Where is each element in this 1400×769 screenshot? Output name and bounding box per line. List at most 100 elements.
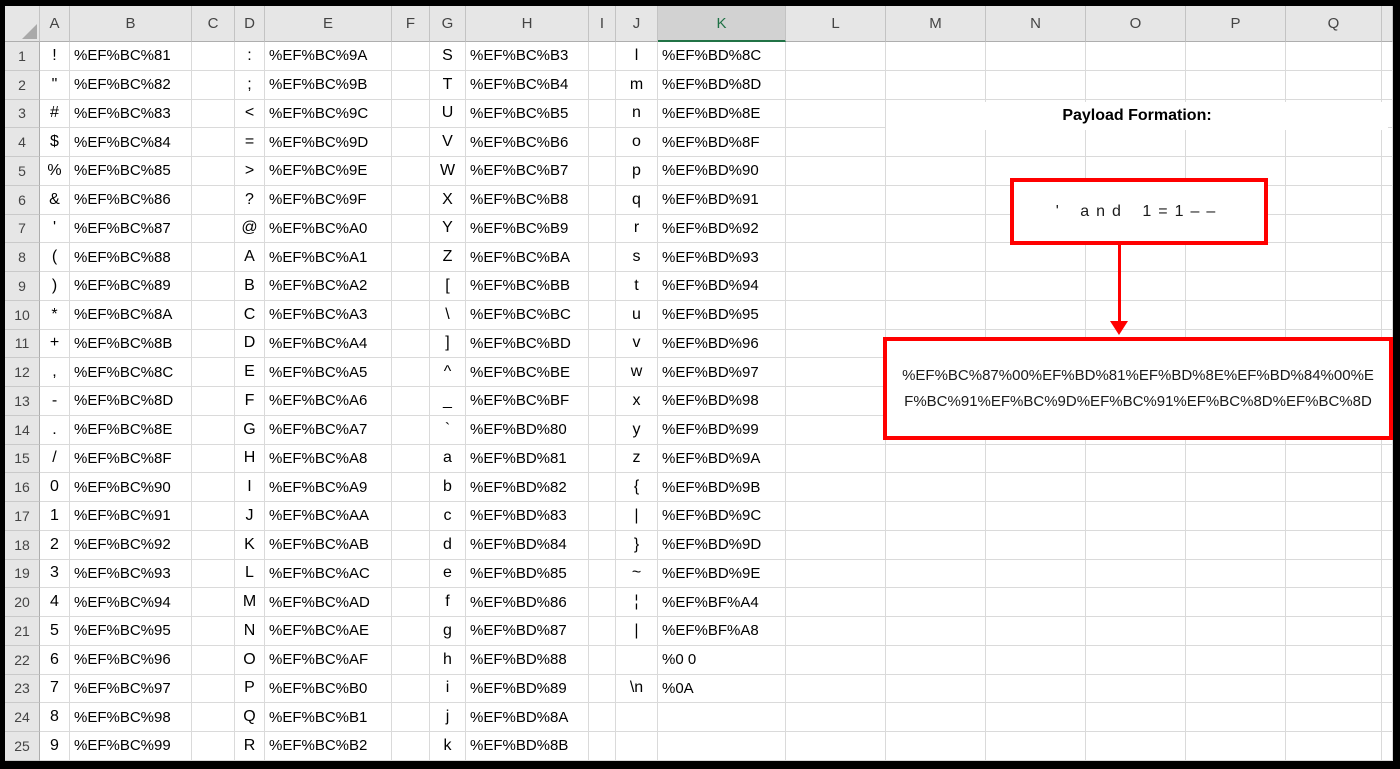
- cell-J4[interactable]: o: [616, 128, 658, 157]
- cell-C15[interactable]: [192, 444, 235, 474]
- cell-N8[interactable]: [986, 243, 1086, 272]
- column-header-L[interactable]: L: [786, 6, 886, 42]
- cell-L21[interactable]: [786, 617, 886, 646]
- cell-A24[interactable]: 8: [40, 703, 70, 732]
- cell-H17[interactable]: %EF%BD%83: [466, 502, 589, 531]
- cell-C6[interactable]: [192, 185, 235, 215]
- cell-G1[interactable]: S: [430, 42, 466, 71]
- cell-L20[interactable]: [786, 588, 886, 617]
- cell-B21[interactable]: %EF%BC%95: [70, 617, 192, 646]
- cell-N4[interactable]: [986, 128, 1086, 157]
- cell-L1[interactable]: [786, 42, 886, 71]
- column-header-K[interactable]: K: [658, 6, 786, 42]
- row-header-3[interactable]: 3: [5, 99, 40, 129]
- cell-D2[interactable]: ;: [235, 70, 265, 100]
- cell-D22[interactable]: O: [235, 645, 265, 675]
- cell-E10[interactable]: %EF%BC%A3: [265, 300, 392, 330]
- cell-G21[interactable]: g: [430, 617, 466, 646]
- cell-Q2[interactable]: [1286, 70, 1382, 100]
- cell-P1[interactable]: [1186, 42, 1286, 71]
- cell-K18[interactable]: %EF%BD%9D: [658, 530, 786, 560]
- cell-J9[interactable]: t: [616, 272, 658, 301]
- cell-x9[interactable]: [1382, 272, 1393, 301]
- cell-O18[interactable]: [1086, 530, 1186, 560]
- cell-F14[interactable]: [392, 415, 430, 445]
- cell-A11[interactable]: +: [40, 329, 70, 359]
- cell-J20[interactable]: ¦: [616, 588, 658, 617]
- cell-I12[interactable]: [589, 358, 616, 387]
- cell-D3[interactable]: <: [235, 99, 265, 129]
- cell-L24[interactable]: [786, 703, 886, 732]
- cell-E17[interactable]: %EF%BC%AA: [265, 502, 392, 531]
- cell-M8[interactable]: [886, 243, 986, 272]
- cell-K14[interactable]: %EF%BD%99: [658, 415, 786, 445]
- cell-E1[interactable]: %EF%BC%9A: [265, 42, 392, 71]
- cell-N21[interactable]: [986, 617, 1086, 646]
- cell-x5[interactable]: [1382, 157, 1393, 186]
- cell-G22[interactable]: h: [430, 645, 466, 675]
- cell-Q1[interactable]: [1286, 42, 1382, 71]
- cell-N23[interactable]: [986, 674, 1086, 704]
- cell-B23[interactable]: %EF%BC%97: [70, 674, 192, 704]
- cell-C23[interactable]: [192, 674, 235, 704]
- cell-x10[interactable]: [1382, 300, 1393, 330]
- cell-P2[interactable]: [1186, 70, 1286, 100]
- cell-I1[interactable]: [589, 42, 616, 71]
- cell-D24[interactable]: Q: [235, 703, 265, 732]
- cell-C16[interactable]: [192, 473, 235, 502]
- cell-K12[interactable]: %EF%BD%97: [658, 358, 786, 387]
- cell-J8[interactable]: s: [616, 243, 658, 272]
- cell-P23[interactable]: [1186, 674, 1286, 704]
- cell-L6[interactable]: [786, 185, 886, 215]
- row-header-5[interactable]: 5: [5, 157, 40, 186]
- cell-J21[interactable]: |: [616, 617, 658, 646]
- cell-O1[interactable]: [1086, 42, 1186, 71]
- cell-F5[interactable]: [392, 157, 430, 186]
- row-header-16[interactable]: 16: [5, 473, 40, 502]
- row-header-4[interactable]: 4: [5, 128, 40, 157]
- cell-I22[interactable]: [589, 645, 616, 675]
- cell-C13[interactable]: [192, 387, 235, 416]
- cell-x1[interactable]: [1382, 42, 1393, 71]
- cell-E11[interactable]: %EF%BC%A4: [265, 329, 392, 359]
- cell-Q22[interactable]: [1286, 645, 1382, 675]
- cell-G3[interactable]: U: [430, 99, 466, 129]
- cell-F11[interactable]: [392, 329, 430, 359]
- cell-J13[interactable]: x: [616, 387, 658, 416]
- cell-M21[interactable]: [886, 617, 986, 646]
- column-header-C[interactable]: C: [192, 6, 235, 42]
- row-header-23[interactable]: 23: [5, 674, 40, 704]
- cell-I10[interactable]: [589, 300, 616, 330]
- cell-B22[interactable]: %EF%BC%96: [70, 645, 192, 675]
- cell-M16[interactable]: [886, 473, 986, 502]
- row-header-9[interactable]: 9: [5, 272, 40, 301]
- cell-H23[interactable]: %EF%BD%89: [466, 674, 589, 704]
- row-header-14[interactable]: 14: [5, 415, 40, 445]
- cell-N24[interactable]: [986, 703, 1086, 732]
- cell-G19[interactable]: e: [430, 559, 466, 589]
- cell-L11[interactable]: [786, 329, 886, 359]
- cell-J7[interactable]: r: [616, 214, 658, 244]
- row-header-8[interactable]: 8: [5, 243, 40, 272]
- cell-E18[interactable]: %EF%BC%AB: [265, 530, 392, 560]
- cell-J1[interactable]: l: [616, 42, 658, 71]
- cell-P15[interactable]: [1186, 444, 1286, 474]
- cell-D20[interactable]: M: [235, 588, 265, 617]
- cell-Q7[interactable]: [1286, 214, 1382, 244]
- cell-K22[interactable]: %0 0: [658, 645, 786, 675]
- cell-L17[interactable]: [786, 502, 886, 531]
- cell-F7[interactable]: [392, 214, 430, 244]
- cell-I21[interactable]: [589, 617, 616, 646]
- cell-D6[interactable]: ?: [235, 185, 265, 215]
- row-header-12[interactable]: 12: [5, 358, 40, 387]
- cell-F9[interactable]: [392, 272, 430, 301]
- cell-P10[interactable]: [1186, 300, 1286, 330]
- cell-C5[interactable]: [192, 157, 235, 186]
- cell-J5[interactable]: p: [616, 157, 658, 186]
- cell-J18[interactable]: }: [616, 530, 658, 560]
- cell-A7[interactable]: ': [40, 214, 70, 244]
- cell-H3[interactable]: %EF%BC%B5: [466, 99, 589, 129]
- cell-I16[interactable]: [589, 473, 616, 502]
- cell-Q6[interactable]: [1286, 185, 1382, 215]
- cell-M18[interactable]: [886, 530, 986, 560]
